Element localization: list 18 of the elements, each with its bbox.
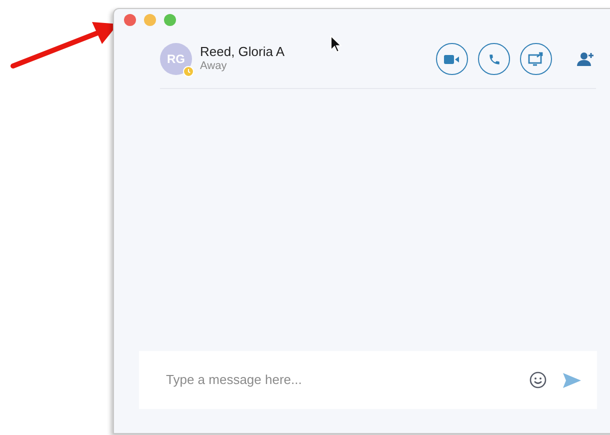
maximize-button[interactable]	[164, 14, 176, 26]
phone-call-button[interactable]	[478, 43, 510, 75]
screen-share-button[interactable]	[520, 43, 552, 75]
contact-name: Reed, Gloria A	[200, 44, 285, 60]
video-camera-icon	[444, 54, 460, 64]
close-button[interactable]	[124, 14, 136, 26]
message-field[interactable]: Type a message here...	[139, 351, 597, 409]
avatar-initials: RG	[167, 51, 185, 68]
message-input[interactable]: Type a message here...	[166, 370, 529, 390]
send-icon[interactable]	[563, 372, 581, 388]
away-clock-icon	[183, 66, 194, 77]
emoji-icon[interactable]	[529, 371, 547, 389]
mouse-cursor-icon	[330, 35, 342, 53]
phone-icon	[488, 52, 500, 66]
video-call-button[interactable]	[436, 43, 468, 75]
add-person-icon	[577, 52, 595, 66]
screen-share-icon	[528, 52, 544, 66]
contact-status: Away	[200, 60, 228, 74]
